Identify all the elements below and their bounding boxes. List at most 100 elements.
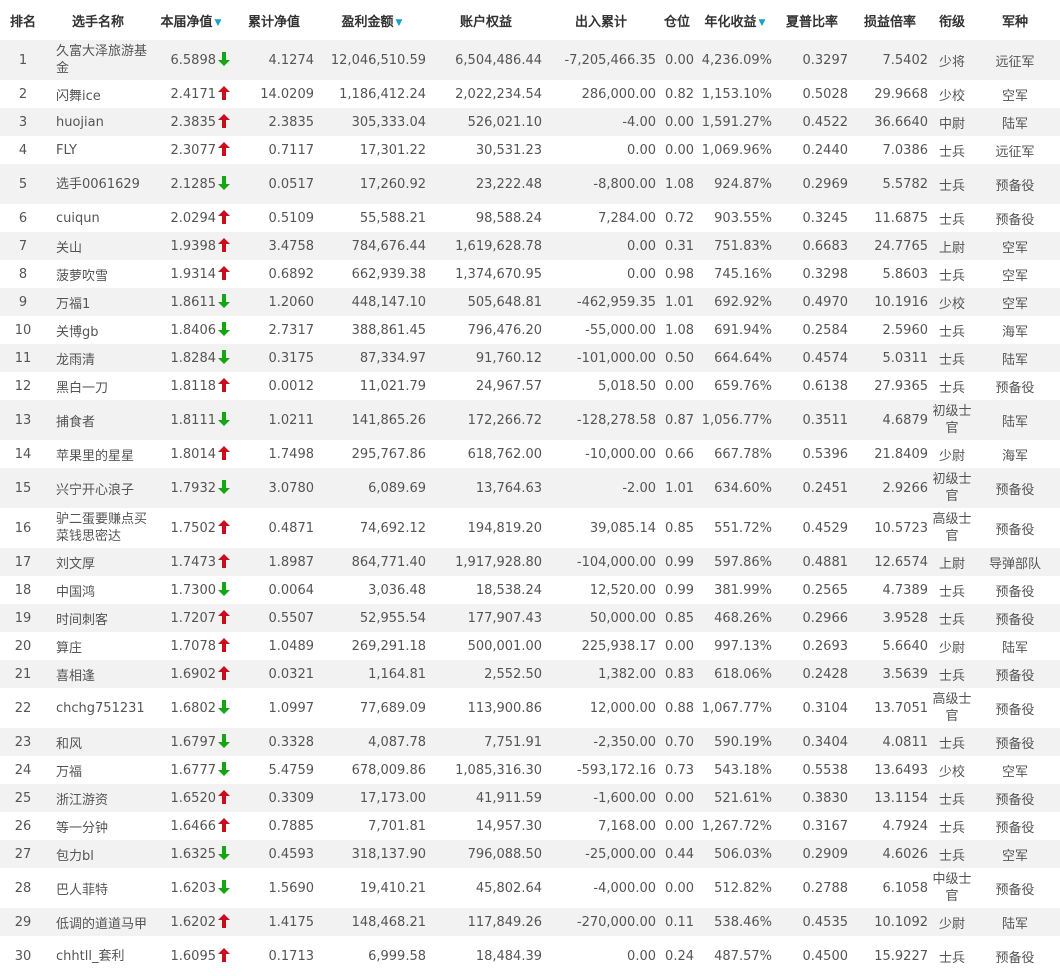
table-row: 26 等一分钟 1.6466 0.7885 7,701.81 14,957.30 7,168… xyxy=(0,812,1060,840)
military-rank-cell: 士兵 xyxy=(930,840,974,868)
profit-text: 148,468.21 xyxy=(351,914,426,930)
position-text: 0.00 xyxy=(665,790,694,806)
current-nav-cell: 1.8111 xyxy=(150,400,232,440)
player-name-cell[interactable]: 久富大泽旅游基金 xyxy=(46,40,150,80)
arrow-down-icon xyxy=(218,322,230,336)
sort-desc-icon[interactable]: ▼ xyxy=(215,18,222,28)
player-name-cell[interactable]: 驴二蛋要赚点买菜钱思密达 xyxy=(46,508,150,548)
sharpe-ratio-cell: 0.3104 xyxy=(774,688,850,728)
current-nav-cell: 2.1285 xyxy=(150,164,232,204)
column-header[interactable]: 盈利金额 ▼ xyxy=(316,0,428,40)
player-name-cell[interactable]: FLY xyxy=(46,136,150,164)
position-cell: 0.99 xyxy=(658,548,696,576)
sharpe-ratio-text: 0.4574 xyxy=(802,350,849,366)
player-name-cell[interactable]: 选手0061629 xyxy=(46,164,150,204)
pl-ratio-cell: 6.1058 xyxy=(850,868,930,908)
column-header: 出入累计 xyxy=(544,0,658,40)
player-name-cell[interactable]: 万福1 xyxy=(46,288,150,316)
player-name-cell[interactable]: 中国鸿 xyxy=(46,576,150,604)
current-nav-text: 1.6777 xyxy=(170,763,217,778)
equity-cell: 23,222.48 xyxy=(428,164,544,204)
military-rank-cell: 少校 xyxy=(930,756,974,784)
position-cell: 0.00 xyxy=(658,136,696,164)
player-name-cell[interactable]: 和风 xyxy=(46,728,150,756)
column-header: 夏普比率 xyxy=(774,0,850,40)
player-name-cell[interactable]: 黑白一刀 xyxy=(46,372,150,400)
annual-return-cell: 590.19% xyxy=(696,728,774,756)
arrow-up-icon xyxy=(218,266,230,280)
profit-cell: 55,588.21 xyxy=(316,204,428,232)
current-nav-cell: 1.6777 xyxy=(150,756,232,784)
branch-cell: 陆军 xyxy=(974,400,1056,440)
overflow-cell xyxy=(1056,908,1060,936)
equity-text: 113,900.86 xyxy=(467,700,542,716)
column-header: 累计净值 xyxy=(232,0,316,40)
pl-ratio-text: 10.1916 xyxy=(874,294,928,310)
player-name-cell[interactable]: chhtll_套利 xyxy=(46,936,150,976)
pl-ratio-cell: 10.1092 xyxy=(850,908,930,936)
player-name-cell[interactable]: 菠萝吹雪 xyxy=(46,260,150,288)
military-rank-cell: 中级士官 xyxy=(930,868,974,908)
current-nav-text: 1.6325 xyxy=(170,847,217,862)
overflow-cell xyxy=(1056,576,1060,604)
player-name-text: 闪舞ice xyxy=(56,88,101,104)
player-name-cell[interactable]: huojian xyxy=(46,108,150,136)
net-flow-cell: -270,000.00 xyxy=(544,908,658,936)
pl-ratio-cell: 13.1154 xyxy=(850,784,930,812)
player-name-cell[interactable]: 兴宁开心浪子 xyxy=(46,468,150,508)
column-header[interactable]: 年化收益 ▼ xyxy=(696,0,774,40)
position-cell: 1.08 xyxy=(658,164,696,204)
annual-return-text: 745.16% xyxy=(714,266,772,282)
sort-desc-icon[interactable]: ▼ xyxy=(396,18,403,28)
player-name-cell[interactable]: 关山 xyxy=(46,232,150,260)
position-text: 0.00 xyxy=(665,638,694,654)
position-text: 1.08 xyxy=(665,322,694,338)
cumulative-nav-cell: 0.3175 xyxy=(232,344,316,372)
profit-cell: 388,861.45 xyxy=(316,316,428,344)
military-rank-cell: 中尉 xyxy=(930,108,974,136)
player-name-cell[interactable]: 时间刺客 xyxy=(46,604,150,632)
position-cell: 0.24 xyxy=(658,936,696,976)
player-name-cell[interactable]: 关博gb xyxy=(46,316,150,344)
player-name-cell[interactable]: 苹果里的星星 xyxy=(46,440,150,468)
player-name-cell[interactable]: 闪舞ice xyxy=(46,80,150,108)
cumulative-nav-text: 0.0064 xyxy=(268,582,315,598)
player-name-cell[interactable]: 等一分钟 xyxy=(46,812,150,840)
net-flow-text: -462,959.35 xyxy=(576,294,656,310)
arrow-down-icon xyxy=(218,734,230,748)
player-name-cell[interactable]: 万福 xyxy=(46,756,150,784)
position-text: 0.50 xyxy=(665,350,694,366)
cumulative-nav-cell: 2.3835 xyxy=(232,108,316,136)
column-header-label: 衔级 xyxy=(938,14,965,30)
player-name-cell[interactable]: 低调的道道马甲 xyxy=(46,908,150,936)
position-cell: 1.01 xyxy=(658,468,696,508)
table-row: 2 闪舞ice 2.4171 14.0209 1,186,412.24 2,022,234… xyxy=(0,80,1060,108)
annual-return-cell: 997.13% xyxy=(696,632,774,660)
annual-return-text: 924.87% xyxy=(714,176,772,192)
pl-ratio-cell: 4.0811 xyxy=(850,728,930,756)
player-name-cell[interactable]: 浙江游资 xyxy=(46,784,150,812)
table-row: 11 龙雨清 1.8284 0.3175 87,334.97 91,760.12 -101,… xyxy=(0,344,1060,372)
branch-cell: 陆军 xyxy=(974,908,1056,936)
player-name-cell[interactable]: cuiqun xyxy=(46,204,150,232)
arrow-up-icon xyxy=(218,86,230,100)
annual-return-cell: 543.18% xyxy=(696,756,774,784)
player-name-cell[interactable]: 算庄 xyxy=(46,632,150,660)
cumulative-nav-text: 1.8987 xyxy=(268,554,315,570)
player-name-cell[interactable]: 巴人菲特 xyxy=(46,868,150,908)
player-name-cell[interactable]: 包力bl xyxy=(46,840,150,868)
overflow-cell xyxy=(1056,728,1060,756)
military-rank-cell: 士兵 xyxy=(930,812,974,840)
sort-desc-icon[interactable]: ▼ xyxy=(759,18,766,28)
player-name-cell[interactable]: 龙雨清 xyxy=(46,344,150,372)
column-header[interactable]: 本届净值 ▼ xyxy=(150,0,232,40)
pl-ratio-text: 2.5960 xyxy=(882,322,929,338)
player-name-cell[interactable]: 喜相逢 xyxy=(46,660,150,688)
table-row: 23 和风 1.6797 0.3328 4,087.78 7,751.91 -2,350.0… xyxy=(0,728,1060,756)
sharpe-ratio-cell: 0.6138 xyxy=(774,372,850,400)
player-name-cell[interactable]: chchg751231 xyxy=(46,688,150,728)
equity-text: 618,762.00 xyxy=(467,446,542,462)
player-name-cell[interactable]: 刘文厚 xyxy=(46,548,150,576)
player-name-cell[interactable]: 捕食者 xyxy=(46,400,150,440)
sharpe-ratio-cell: 0.5396 xyxy=(774,440,850,468)
